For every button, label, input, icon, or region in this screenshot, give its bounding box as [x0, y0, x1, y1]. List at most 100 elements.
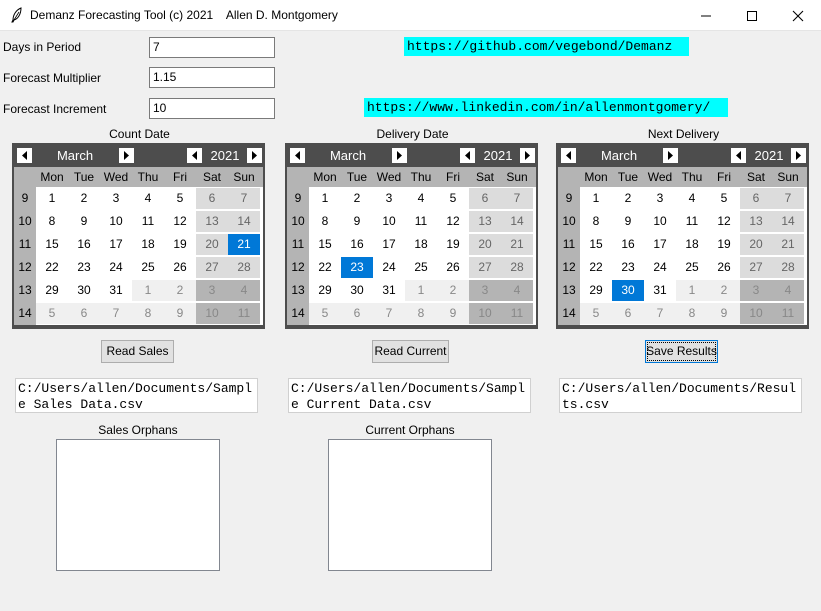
calendar-day[interactable]: 20	[740, 234, 772, 255]
calendar-day[interactable]: 13	[196, 211, 228, 232]
calendar-day[interactable]: 11	[405, 211, 437, 232]
calendar-day[interactable]: 25	[132, 257, 164, 278]
calendar-day[interactable]: 20	[196, 234, 228, 255]
calendar-day[interactable]: 7	[501, 188, 533, 209]
calendar-day[interactable]: 25	[405, 257, 437, 278]
calendar-day[interactable]: 6	[196, 188, 228, 209]
calendar-day[interactable]: 2	[164, 280, 196, 301]
calendar-day[interactable]: 3	[740, 280, 772, 301]
calendar-day[interactable]: 7	[228, 188, 260, 209]
next-month-button[interactable]	[119, 148, 134, 163]
calendar-day[interactable]: 15	[309, 234, 341, 255]
calendar-day[interactable]: 31	[100, 280, 132, 301]
calendar-day[interactable]: 16	[612, 234, 644, 255]
calendar-day[interactable]: 26	[437, 257, 469, 278]
calendar-day[interactable]: 19	[164, 234, 196, 255]
calendar-day[interactable]: 3	[100, 188, 132, 209]
calendar-day[interactable]: 4	[676, 188, 708, 209]
calendar-day[interactable]: 6	[469, 188, 501, 209]
linkedin-link[interactable]: https://www.linkedin.com/in/allenmontgom…	[364, 98, 728, 117]
calendar-day[interactable]: 25	[676, 257, 708, 278]
calendar-day[interactable]: 1	[132, 280, 164, 301]
calendar-day[interactable]: 9	[341, 211, 373, 232]
minimize-button[interactable]	[683, 0, 729, 31]
calendar-day[interactable]: 2	[68, 188, 100, 209]
calendar-day[interactable]: 3	[469, 280, 501, 301]
calendar-day[interactable]: 8	[309, 211, 341, 232]
calendar-day[interactable]: 27	[469, 257, 501, 278]
calendar-day[interactable]: 17	[644, 234, 676, 255]
calendar-day[interactable]: 8	[132, 303, 164, 324]
calendar-day[interactable]: 29	[580, 280, 612, 301]
calendar-day[interactable]: 29	[36, 280, 68, 301]
calendar-day[interactable]: 6	[612, 303, 644, 324]
calendar-day[interactable]: 24	[100, 257, 132, 278]
calendar-day[interactable]: 10	[740, 303, 772, 324]
calendar-day[interactable]: 16	[68, 234, 100, 255]
calendar-day[interactable]: 13	[469, 211, 501, 232]
calendar-day[interactable]: 20	[469, 234, 501, 255]
days-in-period-input[interactable]: 7	[149, 37, 275, 58]
calendar-day[interactable]: 11	[501, 303, 533, 324]
calendar-day[interactable]: 14	[228, 211, 260, 232]
calendar-day[interactable]: 1	[309, 188, 341, 209]
calendar-day[interactable]: 8	[580, 211, 612, 232]
calendar-day[interactable]: 17	[100, 234, 132, 255]
calendar-day[interactable]: 11	[132, 211, 164, 232]
calendar-day[interactable]: 27	[196, 257, 228, 278]
calendar-day[interactable]: 17	[373, 234, 405, 255]
calendar-day[interactable]: 10	[373, 211, 405, 232]
next-year-button[interactable]	[520, 148, 535, 163]
calendar-day[interactable]: 31	[644, 280, 676, 301]
calendar-day[interactable]: 8	[36, 211, 68, 232]
calendar-day[interactable]: 24	[373, 257, 405, 278]
calendar-day[interactable]: 6	[740, 188, 772, 209]
prev-month-button[interactable]	[290, 148, 305, 163]
current-orphans-list[interactable]	[328, 439, 492, 571]
calendar-day[interactable]: 8	[676, 303, 708, 324]
calendar-day[interactable]: 5	[36, 303, 68, 324]
sales-orphans-list[interactable]	[56, 439, 220, 571]
calendar-day[interactable]: 19	[708, 234, 740, 255]
calendar-day[interactable]: 18	[405, 234, 437, 255]
calendar-day[interactable]: 3	[644, 188, 676, 209]
calendar-day[interactable]: 5	[309, 303, 341, 324]
results-path-field[interactable]: C:/Users/allen/Documents/Results.csv	[559, 378, 802, 413]
calendar-day[interactable]: 30	[68, 280, 100, 301]
close-button[interactable]	[775, 0, 821, 31]
calendar-day[interactable]: 21	[772, 234, 804, 255]
calendar-day[interactable]: 10	[644, 211, 676, 232]
calendar-day[interactable]: 4	[228, 280, 260, 301]
calendar-day[interactable]: 24	[644, 257, 676, 278]
calendar-day[interactable]: 28	[501, 257, 533, 278]
calendar-day[interactable]: 14	[501, 211, 533, 232]
calendar-day[interactable]: 5	[580, 303, 612, 324]
calendar-day[interactable]: 2	[708, 280, 740, 301]
calendar-day[interactable]: 9	[437, 303, 469, 324]
calendar-day[interactable]: 23	[341, 257, 373, 278]
calendar-day[interactable]: 11	[772, 303, 804, 324]
calendar-day[interactable]: 14	[772, 211, 804, 232]
calendar-day[interactable]: 9	[708, 303, 740, 324]
next-year-button[interactable]	[247, 148, 262, 163]
calendar-day[interactable]: 1	[36, 188, 68, 209]
calendar-day[interactable]: 5	[708, 188, 740, 209]
calendar-day[interactable]: 28	[228, 257, 260, 278]
calendar-day[interactable]: 7	[100, 303, 132, 324]
calendar-day[interactable]: 12	[164, 211, 196, 232]
prev-year-button[interactable]	[460, 148, 475, 163]
calendar-day[interactable]: 22	[580, 257, 612, 278]
calendar-day[interactable]: 10	[100, 211, 132, 232]
calendar-day[interactable]: 26	[708, 257, 740, 278]
calendar-day[interactable]: 7	[373, 303, 405, 324]
calendar-day[interactable]: 8	[405, 303, 437, 324]
calendar-day[interactable]: 22	[309, 257, 341, 278]
calendar-day[interactable]: 30	[341, 280, 373, 301]
calendar-day[interactable]: 28	[772, 257, 804, 278]
calendar-day[interactable]: 7	[644, 303, 676, 324]
next-month-button[interactable]	[392, 148, 407, 163]
calendar-day[interactable]: 10	[196, 303, 228, 324]
calendar-day[interactable]: 2	[437, 280, 469, 301]
github-link[interactable]: https://github.com/vegebond/Demanz	[404, 37, 689, 56]
calendar-day[interactable]: 5	[437, 188, 469, 209]
